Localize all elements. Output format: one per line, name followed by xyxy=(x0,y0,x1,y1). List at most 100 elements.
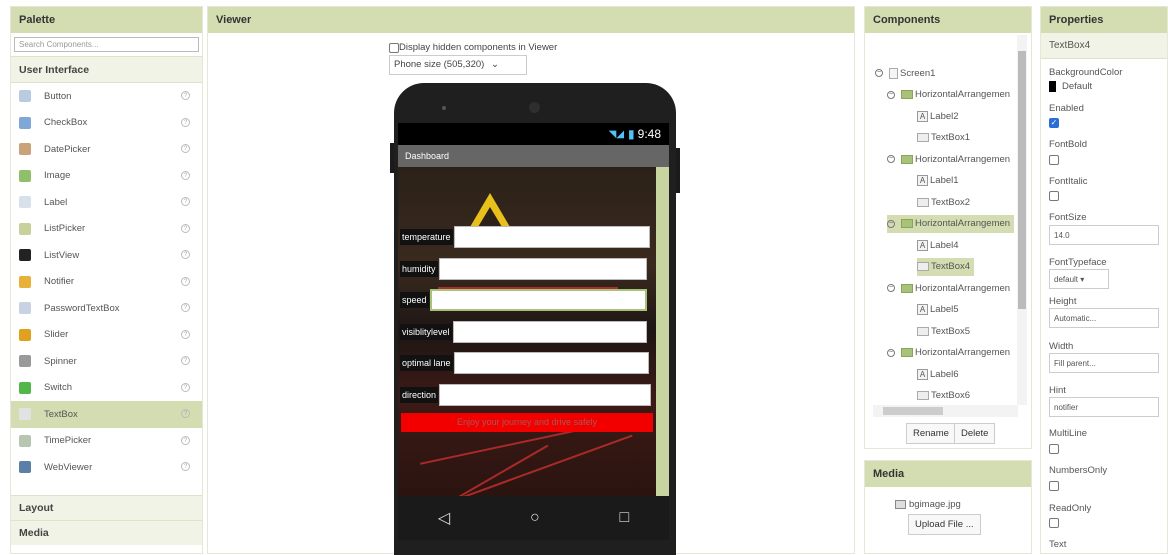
fontitalic-checkbox[interactable] xyxy=(1049,191,1059,201)
help-icon[interactable]: ? xyxy=(181,276,190,286)
palette-item-label[interactable]: Label? xyxy=(11,189,202,216)
field-textbox[interactable] xyxy=(438,258,647,280)
help-icon[interactable]: ? xyxy=(181,223,190,233)
collapse-icon[interactable]: − xyxy=(887,90,895,99)
label-icon: A xyxy=(917,110,928,122)
field-textbox[interactable] xyxy=(453,352,649,374)
tree-node-label5[interactable]: A Label5 xyxy=(917,301,959,319)
tree-node-horizontalarrangemen[interactable]: − HorizontalArrangemen xyxy=(887,150,1010,168)
readonly-checkbox[interactable] xyxy=(1049,518,1059,528)
fontsize-input[interactable]: 14.0 xyxy=(1049,225,1159,245)
help-icon[interactable]: ? xyxy=(181,144,190,153)
help-icon[interactable]: ? xyxy=(181,197,190,206)
tree-node-textbox4[interactable]: TextBox4 xyxy=(917,257,975,276)
field-textbox[interactable] xyxy=(439,384,652,406)
tree-node-horizontalarrangemen[interactable]: − HorizontalArrangemen xyxy=(887,279,1010,297)
tree-node-textbox6[interactable]: TextBox6 xyxy=(917,387,970,404)
tree-node-label4[interactable]: A Label4 xyxy=(917,236,959,254)
palette-item-passwordtextbox[interactable]: PasswordTextBox? xyxy=(11,295,202,322)
tree-node-horizontalarrangemen[interactable]: − HorizontalArrangemen xyxy=(887,344,1010,362)
palette-item-checkbox[interactable]: CheckBox? xyxy=(11,110,202,137)
display-hidden-checkbox[interactable] xyxy=(389,42,399,53)
palette-item-spinner[interactable]: Spinner? xyxy=(11,348,202,375)
collapse-icon[interactable]: − xyxy=(887,219,895,228)
category-layout[interactable]: Layout xyxy=(11,495,202,520)
phone-size-value: Phone size (505,320) xyxy=(394,59,485,70)
enabled-checkbox[interactable]: ✓ xyxy=(1049,118,1059,128)
palette-item-notifier[interactable]: Notifier? xyxy=(11,269,202,296)
help-icon[interactable]: ? xyxy=(181,462,190,471)
screen-icon xyxy=(889,67,898,79)
palette-item-label: Notifier xyxy=(44,276,75,288)
footer-message-button[interactable]: Enjoy your journey and drive safely xyxy=(401,413,653,432)
collapse-icon[interactable]: − xyxy=(887,284,895,292)
rename-button[interactable]: Rename xyxy=(906,423,956,444)
help-icon[interactable]: ? xyxy=(181,435,190,445)
tree-node-horizontalarrangemen[interactable]: − HorizontalArrangemen xyxy=(887,214,1015,233)
field-label: optimal lane xyxy=(400,355,453,371)
help-icon[interactable]: ? xyxy=(181,303,190,312)
search-components-input[interactable]: Search Components... xyxy=(14,37,199,52)
tree-node-label1[interactable]: A Label1 xyxy=(917,172,959,190)
palette-item-image[interactable]: Image? xyxy=(11,163,202,190)
palette-item-webviewer[interactable]: WebViewer? xyxy=(11,454,202,481)
prop-backgroundcolor-value[interactable]: Default xyxy=(1049,81,1092,92)
field-textbox[interactable] xyxy=(452,321,647,343)
tree-node-label6[interactable]: A Label6 xyxy=(917,365,959,383)
multiline-checkbox[interactable] xyxy=(1049,444,1059,454)
upload-file-button[interactable]: Upload File ... xyxy=(908,514,981,535)
display-hidden-row[interactable]: Display hidden components in Viewer xyxy=(389,42,557,53)
palette-item-label: TextBox xyxy=(44,408,78,420)
media-file-item[interactable]: bgimage.jpg xyxy=(895,499,961,510)
height-input[interactable]: Automatic... xyxy=(1049,308,1159,328)
palette-item-slider[interactable]: Slider? xyxy=(11,322,202,349)
palette-item-listview[interactable]: ListView? xyxy=(11,242,202,269)
tree-node-textbox1[interactable]: TextBox1 xyxy=(917,129,970,147)
collapse-icon[interactable]: − xyxy=(875,69,883,77)
horizontal-arrangement-icon xyxy=(901,219,913,228)
category-media[interactable]: Media xyxy=(11,520,202,545)
field-label: direction xyxy=(400,387,439,403)
recent-apps-icon[interactable]: □ xyxy=(619,509,629,527)
app-title-bar: Dashboard xyxy=(398,145,669,167)
field-textbox[interactable] xyxy=(429,289,647,311)
tree-node-label2[interactable]: A Label2 xyxy=(917,107,959,125)
help-icon[interactable]: ? xyxy=(181,329,190,339)
palette-item-button[interactable]: Button? xyxy=(11,83,202,110)
palette-item-textbox[interactable]: TextBox? xyxy=(11,401,202,428)
delete-button[interactable]: Delete xyxy=(954,423,996,444)
collapse-icon[interactable]: − xyxy=(887,155,895,163)
textbox-icon xyxy=(917,197,929,207)
fontbold-checkbox[interactable] xyxy=(1049,155,1059,165)
collapse-icon[interactable]: − xyxy=(887,348,895,357)
palette-item-datepicker[interactable]: DatePicker? xyxy=(11,136,202,163)
palette-item-timepicker[interactable]: TimePicker? xyxy=(11,428,202,455)
tree-node-label: Screen1 xyxy=(900,67,936,79)
numbersonly-checkbox[interactable] xyxy=(1049,481,1059,491)
palette-item-switch[interactable]: Switch? xyxy=(11,375,202,402)
phone-size-select[interactable]: Phone size (505,320) ⌄ xyxy=(389,55,527,75)
help-icon[interactable]: ? xyxy=(181,409,190,418)
help-icon[interactable]: ? xyxy=(181,356,190,365)
help-icon[interactable]: ? xyxy=(181,170,190,180)
back-icon[interactable]: ◁ xyxy=(438,508,450,528)
tree-node-textbox5[interactable]: TextBox5 xyxy=(917,322,970,340)
image-file-icon xyxy=(895,500,906,509)
help-icon[interactable]: ? xyxy=(181,382,190,392)
tree-node-screen1[interactable]: − Screen1 xyxy=(875,64,935,82)
fonttypeface-select[interactable]: default ▾ xyxy=(1049,269,1109,289)
image-icon xyxy=(19,169,31,182)
palette-item-listpicker[interactable]: ListPicker? xyxy=(11,216,202,243)
tree-node-textbox2[interactable]: TextBox2 xyxy=(917,193,970,211)
tree-node-horizontalarrangemen[interactable]: − HorizontalArrangemen xyxy=(887,86,1010,104)
help-icon[interactable]: ? xyxy=(181,250,190,259)
home-icon[interactable]: ○ xyxy=(530,509,540,527)
help-icon[interactable]: ? xyxy=(181,117,190,127)
category-user-interface[interactable]: User Interface xyxy=(11,56,202,83)
width-input[interactable]: Fill parent... xyxy=(1049,353,1159,373)
selected-component-name: TextBox4 xyxy=(1041,33,1167,59)
help-icon[interactable]: ? xyxy=(181,91,190,100)
tree-node-label: Label5 xyxy=(930,304,959,315)
field-textbox[interactable] xyxy=(453,226,650,248)
hint-input[interactable]: notifier xyxy=(1049,397,1159,417)
